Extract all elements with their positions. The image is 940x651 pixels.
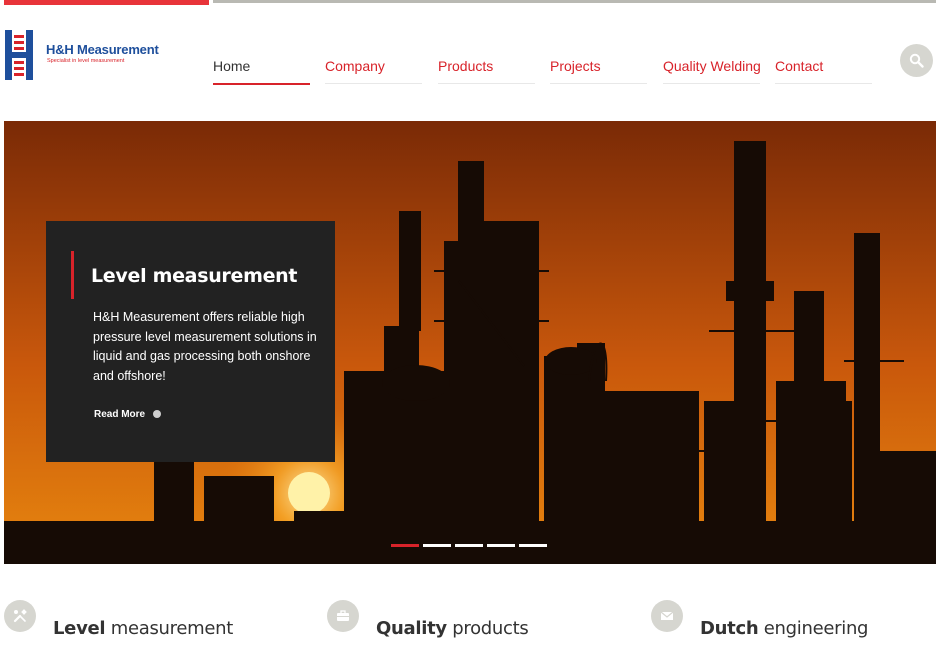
search-icon: [909, 53, 924, 68]
feature-title-rest: measurement: [105, 618, 234, 639]
nav-item-contact[interactable]: Contact: [775, 58, 872, 84]
top-accent-bar-grey: [213, 0, 936, 3]
nav-item-projects[interactable]: Projects: [550, 58, 647, 84]
feature-title-bold: Dutch: [700, 618, 759, 639]
caption-accent-bar: [71, 251, 74, 299]
logo-name: H&H Measurement: [46, 42, 159, 57]
read-more-dot-icon: [153, 410, 162, 418]
nav-item-products[interactable]: Products: [438, 58, 535, 84]
feature-title: Level measurement: [53, 618, 233, 639]
slider-dot-3[interactable]: [455, 544, 483, 547]
hero-text: H&H Measurement offers reliable high pre…: [93, 310, 317, 383]
top-accent-bar-red: [4, 0, 209, 5]
read-more-label: Read More: [94, 409, 146, 420]
logo-mark-icon: [5, 30, 33, 80]
search-button[interactable]: [900, 44, 933, 77]
hero-slider: Level measurement H&H Measurement offers…: [4, 121, 936, 564]
tools-icon: [4, 600, 36, 632]
logo-tagline: Specialist in level measurement: [47, 58, 125, 64]
feature-title-bold: Quality: [376, 618, 447, 639]
hero-caption: Level measurement H&H Measurement offers…: [46, 221, 335, 462]
slider-dot-1[interactable]: [391, 544, 419, 547]
slider-dot-4[interactable]: [487, 544, 515, 547]
feature-title-rest: engineering: [758, 618, 869, 639]
read-more-link[interactable]: Read More: [94, 409, 162, 420]
briefcase-icon: [327, 600, 359, 632]
hero-title: Level measurement: [91, 265, 298, 287]
slider-dot-5[interactable]: [519, 544, 547, 547]
nav-item-company[interactable]: Company: [325, 58, 422, 84]
slider-dot-2[interactable]: [423, 544, 451, 547]
nav-item-quality-welding[interactable]: Quality Welding: [663, 58, 761, 84]
site-logo[interactable]: H&H Measurement Specialist in level meas…: [4, 30, 174, 82]
feature-title: Quality products: [376, 618, 529, 639]
feature-title: Dutch engineering: [700, 618, 868, 639]
feature-title-bold: Level: [53, 618, 106, 639]
nav-item-home[interactable]: Home: [213, 58, 310, 85]
envelope-icon: [651, 600, 683, 632]
feature-title-rest: products: [446, 618, 529, 639]
